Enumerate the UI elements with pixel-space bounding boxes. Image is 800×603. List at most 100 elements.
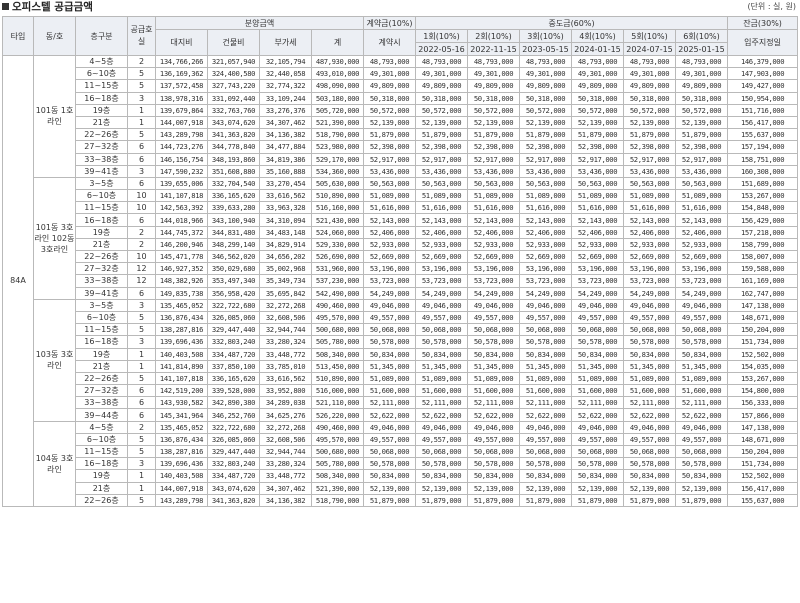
inst-2-cell: 50,068,000	[467, 323, 521, 337]
inst-3-cell: 53,436,000	[519, 164, 573, 178]
deposit-cell: 49,301,000	[363, 67, 417, 81]
balance-cell: 150,204,000	[727, 444, 799, 459]
col-inst-1-date: 2022-05-16	[415, 42, 469, 56]
deposit-cell: 50,578,000	[363, 335, 417, 349]
total-cell: 534,360,000	[310, 164, 365, 178]
deposit-cell: 52,139,000	[363, 115, 417, 130]
floor-cell: 39~41층	[75, 164, 128, 178]
building-cell: 321,057,940	[207, 54, 260, 69]
inst-3-cell: 53,196,000	[519, 262, 573, 276]
deposit-cell: 49,046,000	[363, 298, 417, 312]
table-row: 11~15층 5 137,572,458 327,743,220 32,774,322 4…	[3, 79, 799, 93]
inst-5-cell: 49,557,000	[623, 432, 677, 447]
inst-3-cell: 51,345,000	[519, 359, 573, 373]
vat-cell: 34,289,038	[259, 396, 312, 410]
total-cell: 529,330,000	[310, 237, 365, 252]
inst-4-cell: 52,622,000	[571, 408, 625, 422]
deposit-cell: 50,834,000	[363, 469, 417, 483]
total-cell: 524,060,000	[310, 225, 365, 239]
vat-cell: 33,270,454	[259, 176, 312, 191]
building-cell: 329,447,440	[207, 444, 260, 459]
inst-6-cell: 52,111,000	[675, 396, 729, 410]
dong-cell: 101동 3호라인 102동 3호라인	[33, 176, 76, 300]
balance-cell: 147,903,000	[727, 67, 799, 81]
table-row: 11~15층 5 138,287,816 329,447,440 32,944,744 5…	[3, 444, 799, 459]
inst-5-cell: 52,622,000	[623, 408, 677, 422]
inst-5-cell: 51,879,000	[623, 493, 677, 507]
inst-5-cell: 52,917,000	[623, 152, 677, 166]
inst-2-cell: 50,834,000	[467, 469, 521, 483]
total-cell: 508,340,000	[310, 469, 365, 483]
inst-2-cell: 50,572,000	[467, 103, 521, 117]
inst-6-cell: 50,068,000	[675, 444, 729, 459]
total-cell: 490,460,000	[310, 298, 365, 312]
units-cell: 1	[127, 359, 156, 373]
col-balance: 잔금(30%)	[727, 16, 799, 30]
inst-4-cell: 51,345,000	[571, 359, 625, 373]
building-cell: 351,608,880	[207, 164, 260, 178]
inst-4-cell: 52,669,000	[571, 249, 625, 264]
deposit-cell: 51,879,000	[363, 128, 417, 142]
inst-1-cell: 51,600,000	[415, 384, 469, 398]
land-cell: 139,696,436	[155, 335, 208, 349]
inst-2-cell: 50,068,000	[467, 444, 521, 459]
type-cell: 84A	[2, 55, 34, 507]
inst-2-cell: 52,139,000	[467, 481, 521, 495]
units-cell: 6	[127, 396, 156, 410]
inst-5-cell: 51,879,000	[623, 128, 677, 142]
inst-1-cell: 53,723,000	[415, 274, 469, 288]
table-row: 21층 2 146,200,946 348,299,140 34,829,914 529,…	[3, 237, 799, 252]
units-cell: 1	[127, 115, 156, 130]
price-table: 타입 동/호 층구분 공급호실 분양금액 계약금(10%) 중도금(60%) 잔…	[2, 16, 799, 507]
inst-3-cell: 52,143,000	[519, 213, 573, 227]
total-cell: 500,680,000	[310, 323, 365, 337]
inst-1-cell: 49,301,000	[415, 67, 469, 81]
inst-2-cell: 52,143,000	[467, 213, 521, 227]
floor-cell: 16~18층	[75, 213, 128, 227]
table-row: 39~44층 6 145,341,964 346,252,760 34,625,276 5…	[3, 408, 799, 422]
floor-cell: 21층	[75, 359, 128, 373]
building-cell: 326,085,060	[207, 432, 260, 447]
balance-cell: 153,267,000	[727, 189, 799, 203]
vat-cell: 32,105,794	[259, 54, 312, 69]
units-cell: 3	[127, 91, 156, 105]
inst-5-cell: 50,068,000	[623, 444, 677, 459]
unit-note: (단위 : 실, 원)	[747, 2, 796, 11]
vat-cell: 32,774,322	[259, 79, 312, 93]
inst-3-cell: 50,068,000	[519, 323, 573, 337]
inst-1-cell: 53,196,000	[415, 262, 469, 276]
inst-4-cell: 51,089,000	[571, 371, 625, 386]
deposit-cell: 50,068,000	[363, 444, 417, 459]
floor-cell: 27~32층	[75, 384, 128, 398]
land-cell: 140,403,508	[155, 347, 208, 361]
inst-6-cell: 52,406,000	[675, 225, 729, 239]
vat-cell: 34,307,462	[259, 481, 312, 495]
floor-cell: 11~15층	[75, 323, 128, 337]
col-deposit: 계약금(10%)	[363, 16, 417, 30]
inst-4-cell: 51,600,000	[571, 384, 625, 398]
floor-cell: 16~18층	[75, 457, 128, 471]
floor-cell: 6~10층	[75, 432, 128, 447]
deposit-cell: 53,196,000	[363, 262, 417, 276]
units-cell: 12	[127, 262, 156, 276]
table-row: 22~26층 5 143,289,798 341,363,820 34,136,382 5…	[3, 493, 799, 507]
inst-2-cell: 49,301,000	[467, 67, 521, 81]
building-cell: 331,092,440	[207, 91, 260, 105]
building-cell: 343,074,620	[207, 481, 260, 495]
building-cell: 322,722,680	[207, 420, 260, 434]
total-cell: 523,980,000	[310, 140, 365, 154]
deposit-cell: 50,563,000	[363, 176, 417, 191]
inst-4-cell: 49,046,000	[571, 420, 625, 434]
building-cell: 348,193,860	[207, 152, 260, 166]
inst-2-cell: 49,557,000	[467, 432, 521, 447]
land-cell: 139,655,006	[155, 176, 208, 191]
deposit-cell: 52,398,000	[363, 140, 417, 154]
land-cell: 146,200,946	[155, 237, 208, 252]
vat-cell: 35,349,734	[259, 274, 312, 288]
total-cell: 516,000,000	[310, 384, 365, 398]
floor-cell: 22~26층	[75, 493, 128, 507]
building-cell: 322,722,680	[207, 298, 260, 312]
table-row: 33~38층 6 146,156,754 348,193,860 34,819,386 5…	[3, 152, 799, 166]
units-cell: 6	[127, 213, 156, 227]
land-cell: 144,745,372	[155, 225, 208, 239]
